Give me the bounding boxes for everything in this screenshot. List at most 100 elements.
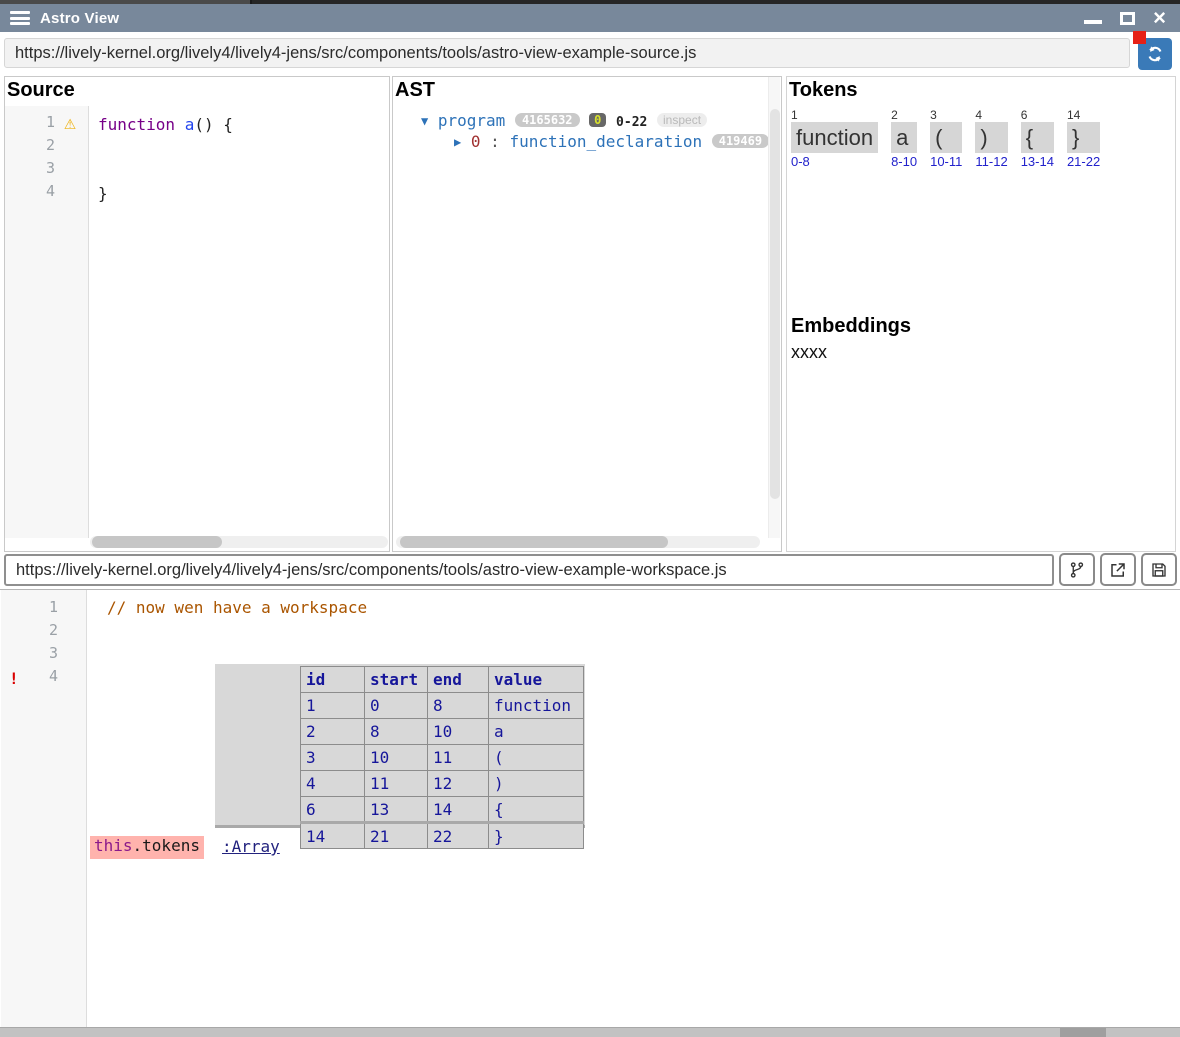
code-identifier: a [175, 115, 194, 134]
token-id: 2 [891, 109, 917, 122]
ast-id-badge: 4165632 [515, 113, 580, 127]
ast-vscrollbar[interactable] [768, 77, 780, 538]
table-header-row: id start end value [301, 667, 584, 693]
table-cell: function [489, 693, 584, 719]
tokens-table: id start end value 1 0 8 function 2 8 10… [300, 666, 584, 849]
expand-arrow-icon[interactable]: ▶ [454, 135, 461, 149]
ast-node-label[interactable]: function_declaration [509, 132, 702, 151]
source-url-input[interactable] [4, 38, 1130, 68]
ast-hscrollbar-thumb[interactable] [400, 536, 668, 548]
token-id: 4 [975, 109, 1007, 122]
panel-ast: AST ▼ program 4165632 0 0-22 inspect ▶ 0… [392, 76, 782, 552]
ast-index-badge: 0 [589, 113, 606, 127]
token-range: 8-10 [891, 154, 917, 170]
token-text[interactable]: a [891, 122, 917, 153]
line-number: 2 [5, 136, 55, 159]
table-cell: 8 [428, 693, 489, 719]
token-id: 3 [930, 109, 962, 122]
save-button[interactable] [1141, 553, 1177, 586]
table-cell: a [489, 719, 584, 745]
table-cell: 10 [428, 719, 489, 745]
table-cell: } [489, 823, 584, 849]
token-item: 4 ) 11-12 [975, 109, 1007, 170]
source-code[interactable]: function a() { } [98, 113, 233, 205]
token-range: 0-8 [791, 154, 878, 170]
table-cell: 10 [365, 745, 428, 771]
ast-vscrollbar-thumb[interactable] [770, 109, 780, 499]
table-row: 4 11 12 ) [301, 771, 584, 797]
inspect-button[interactable]: inspect [657, 113, 707, 127]
token-text[interactable]: { [1021, 122, 1054, 153]
expression-chip: this.tokens [90, 836, 204, 859]
collapse-arrow-icon[interactable]: ▼ [421, 114, 428, 128]
page-hscrollbar[interactable] [0, 1027, 1180, 1037]
git-branch-button[interactable] [1059, 553, 1095, 586]
warning-icon: ⚠ [55, 113, 85, 136]
sync-icon [1145, 44, 1165, 64]
table-cell: ( [489, 745, 584, 771]
table-cell: 21 [365, 823, 428, 849]
source-hscrollbar-thumb[interactable] [92, 536, 222, 548]
workspace-comment: // now wen have a workspace [107, 598, 367, 621]
table-cell: 3 [301, 745, 365, 771]
source-panel-title: Source [5, 77, 389, 102]
table-cell: { [489, 797, 584, 823]
embeddings-section: Embeddings xxxx [789, 315, 911, 363]
page-hscrollbar-thumb[interactable] [1060, 1028, 1106, 1037]
notification-badge [1133, 31, 1146, 44]
token-text[interactable]: ( [930, 122, 962, 153]
embeddings-value: xxxx [789, 342, 911, 363]
ast-node-program[interactable]: ▼ program 4165632 0 0-22 inspect [421, 111, 707, 130]
workspace-editor[interactable]: 1 2 3 4 ! // now wen have a workspace id… [0, 589, 1180, 1027]
token-item: 3 ( 10-11 [930, 109, 962, 170]
table-cell: 0 [365, 693, 428, 719]
table-cell: 14 [301, 823, 365, 849]
token-list: 1 function 0-8 2 a 8-10 3 ( 10-11 4 ) 11… [791, 109, 1113, 170]
ast-node-function-declaration[interactable]: ▶ 0 : function_declaration 419469 [454, 132, 769, 151]
maximize-icon[interactable] [1120, 12, 1135, 25]
expression-object: this [94, 836, 133, 855]
hamburger-menu-icon[interactable] [10, 11, 30, 25]
close-icon[interactable]: × [1153, 10, 1166, 26]
code-plain: } [98, 184, 108, 203]
token-range: 21-22 [1067, 154, 1100, 170]
table-cell: 8 [365, 719, 428, 745]
table-row: 14 21 22 } [301, 823, 584, 849]
token-text[interactable]: function [791, 122, 878, 153]
ast-separator: : [490, 132, 500, 151]
token-range: 13-14 [1021, 154, 1054, 170]
panel-source: Source 1⚠ 2 3 4 function a() { } [4, 76, 390, 552]
table-header: start [365, 667, 428, 693]
token-id: 1 [791, 109, 878, 122]
token-text[interactable]: } [1067, 122, 1100, 153]
table-cell: 14 [428, 797, 489, 823]
table-cell: 2 [301, 719, 365, 745]
tokens-panel-title: Tokens [787, 77, 1175, 102]
table-cell: ) [489, 771, 584, 797]
code-keyword: function [98, 115, 175, 134]
table-cell: 13 [365, 797, 428, 823]
table-cell: 22 [428, 823, 489, 849]
expression-property: .tokens [133, 836, 200, 855]
ast-child-index: 0 [471, 132, 481, 151]
token-item: 2 a 8-10 [891, 109, 917, 170]
token-id: 14 [1067, 109, 1100, 122]
open-external-button[interactable] [1100, 553, 1136, 586]
line-number: 1 [5, 113, 55, 136]
table-row: 1 0 8 function [301, 693, 584, 719]
titlebar: Astro View × [0, 4, 1180, 32]
array-type-link[interactable]: :Array [222, 837, 280, 856]
workspace-url-input[interactable] [4, 554, 1054, 586]
minimize-icon[interactable] [1084, 20, 1102, 24]
ast-node-label[interactable]: program [438, 111, 505, 130]
line-number: 4 [5, 182, 55, 205]
table-header: value [489, 667, 584, 693]
ast-hscrollbar[interactable] [396, 536, 760, 548]
token-text[interactable]: ) [975, 122, 1007, 153]
token-item: 6 { 13-14 [1021, 109, 1054, 170]
token-item: 14 } 21-22 [1067, 109, 1100, 170]
table-cell: 11 [428, 745, 489, 771]
token-range: 10-11 [930, 154, 962, 170]
source-hscrollbar[interactable] [90, 536, 388, 548]
table-row: 6 13 14 { [301, 797, 584, 823]
